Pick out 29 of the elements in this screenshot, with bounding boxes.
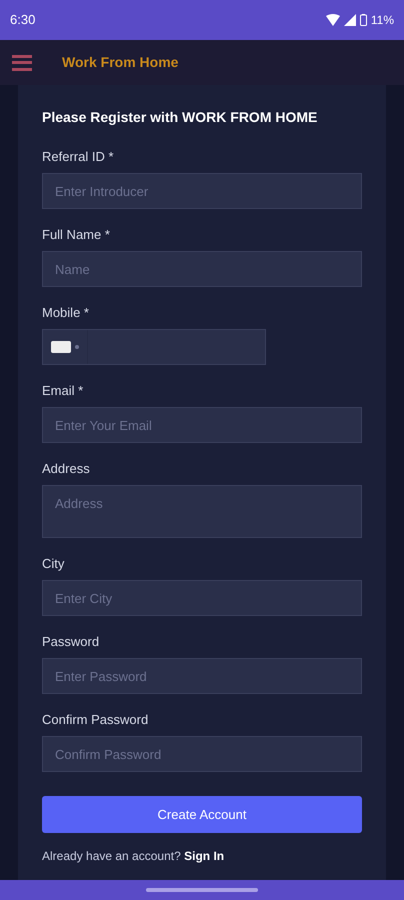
text-field[interactable]: Enter Introducer xyxy=(42,173,362,209)
menu-button[interactable] xyxy=(12,54,32,72)
app-title: Work From Home xyxy=(62,53,178,72)
field-label: Confirm Password xyxy=(42,712,150,728)
dropdown-icon xyxy=(75,345,79,349)
text-field[interactable]: Confirm Password xyxy=(42,736,362,772)
text-field[interactable]: Enter City xyxy=(42,580,362,616)
flag-icon xyxy=(51,341,71,353)
text-field[interactable]: Name xyxy=(42,251,362,287)
field-label: Email * xyxy=(42,383,84,399)
field-label: Mobile * xyxy=(42,305,90,321)
wifi-icon xyxy=(326,14,340,26)
sign-in-prompt: Already have an account? Sign In xyxy=(42,848,226,865)
field-label: Referral ID * xyxy=(42,149,115,165)
battery-percent: 11% xyxy=(370,12,394,29)
field-label: City xyxy=(42,556,66,572)
field-label: Address xyxy=(42,461,91,477)
signal-icon xyxy=(344,14,356,26)
status-time: 6:30 xyxy=(10,11,36,30)
sign-in-link[interactable]: Sign In xyxy=(184,849,224,863)
field-label: Password xyxy=(42,634,100,650)
field-label: Full Name * xyxy=(42,227,111,243)
battery-icon xyxy=(360,14,367,26)
phone-field[interactable] xyxy=(42,329,266,365)
create-account-button[interactable]: Create Account xyxy=(42,796,362,833)
text-field[interactable]: Enter Your Email xyxy=(42,407,362,443)
text-field[interactable]: Enter Password xyxy=(42,658,362,694)
form-heading: Please Register with WORK FROM HOME xyxy=(42,109,318,125)
text-area[interactable]: Address xyxy=(42,485,362,538)
